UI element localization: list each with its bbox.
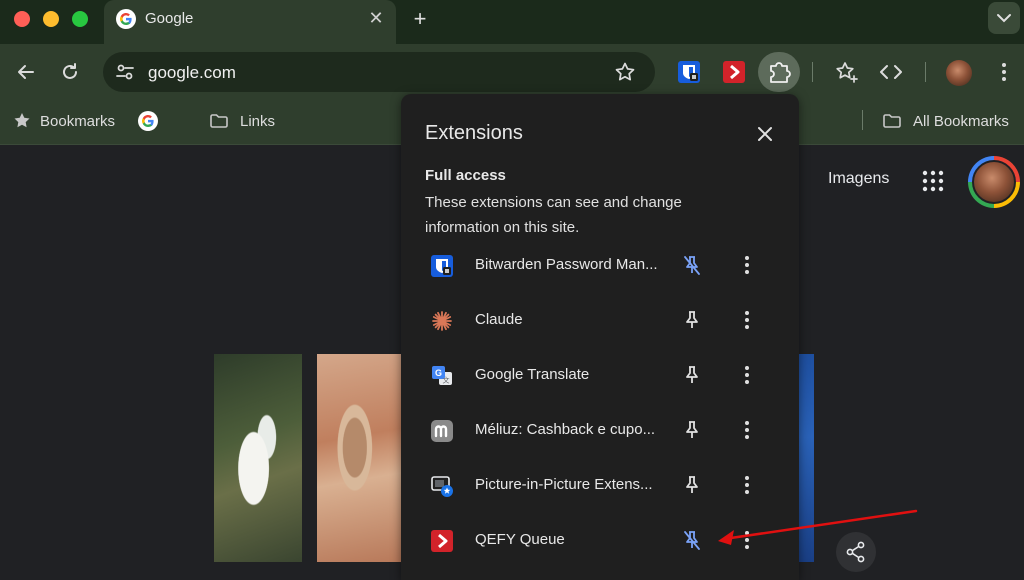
extension-name: Méliuz: Cashback e cupo... [475,421,656,438]
meliuz-icon [431,420,453,442]
star-icon [12,111,32,131]
close-icon[interactable]: ✕ [366,8,386,28]
nav-link-imagens[interactable]: Imagens [828,170,889,188]
claude-icon [431,310,453,332]
pip-icon [431,475,453,497]
extension-row-picture-in-picture[interactable]: Picture-in-Picture Extens... [401,458,799,513]
close-icon[interactable] [753,122,777,146]
pin-icon[interactable] [680,363,704,387]
pin-icon[interactable] [680,308,704,332]
popup-title: Extensions [425,122,523,144]
bookmark-links[interactable]: Links [240,111,275,133]
svg-text:G: G [435,368,442,378]
share-icon[interactable] [836,532,876,572]
tab-strip: Google ✕ + [0,0,1024,44]
bookmark-bookmarks[interactable]: Bookmarks [40,111,115,133]
more-vert-icon[interactable] [735,528,759,552]
extension-row-qefy-queue[interactable]: QEFY Queue [401,513,799,568]
pin-icon[interactable] [680,418,704,442]
google-g-icon[interactable] [138,111,158,131]
unpin-icon[interactable] [680,253,704,277]
code-icon[interactable] [877,58,905,86]
avatar-photo [972,160,1016,204]
bitwarden-icon [431,255,453,277]
star-icon[interactable] [613,60,637,84]
google-g-icon [116,9,136,29]
toolbar-separator [925,62,926,82]
maximize-window-button[interactable] [72,11,88,27]
doodle-image[interactable] [317,354,401,562]
puzzle-icon[interactable] [758,52,800,92]
extension-row-claude[interactable]: Claude [401,293,799,348]
extension-row-meliuz[interactable]: Méliuz: Cashback e cupo... [401,403,799,458]
arrow-left-icon[interactable] [12,58,40,86]
pin-icon[interactable] [680,473,704,497]
more-vert-icon[interactable] [990,58,1018,86]
svg-text:文: 文 [443,376,450,385]
doodle-image[interactable] [214,354,302,562]
qefy-icon[interactable] [723,61,745,83]
more-vert-icon[interactable] [735,308,759,332]
qefy-icon [431,530,453,552]
extension-name: Picture-in-Picture Extens... [475,476,653,493]
star-sparkle-icon[interactable] [832,58,860,86]
chevron-down-icon[interactable] [988,2,1020,34]
extension-name: QEFY Queue [475,531,565,548]
minimize-window-button[interactable] [43,11,59,27]
plus-icon[interactable]: + [408,8,432,32]
bitwarden-icon[interactable] [678,61,700,83]
extensions-menu: Extensions Full access These extensions … [401,94,799,580]
google-translate-icon: G文 [431,365,453,387]
toolbar: google.com [0,44,1024,100]
extension-name: Google Translate [475,366,590,383]
more-vert-icon[interactable] [735,363,759,387]
apps-grid-icon[interactable] [921,169,945,193]
reload-icon[interactable] [56,58,84,86]
more-vert-icon[interactable] [735,473,759,497]
extension-row-google-translate[interactable]: G文 Google Translate [401,348,799,403]
more-vert-icon[interactable] [735,253,759,277]
extension-row-bitwarden[interactable]: Bitwarden Password Man... [401,238,799,293]
address-bar[interactable]: google.com [103,52,655,92]
tab-title: Google [145,10,194,27]
account-avatar[interactable] [968,156,1020,208]
doodle-image[interactable] [798,354,814,562]
tab-google[interactable]: Google ✕ [104,0,396,44]
more-vert-icon[interactable] [735,418,759,442]
tune-icon[interactable] [113,60,137,84]
bookmarks-separator [862,110,863,130]
close-window-button[interactable] [14,11,30,27]
extension-name: Claude [475,311,523,328]
all-bookmarks[interactable]: All Bookmarks [913,111,1009,133]
folder-icon [209,111,229,131]
unpin-icon[interactable] [680,528,704,552]
extension-name: Bitwarden Password Man... [475,256,658,273]
section-title: Full access [425,167,506,184]
toolbar-separator [812,62,813,82]
profile-avatar[interactable] [946,60,972,86]
section-description: These extensions can see and change info… [425,194,682,236]
url-text[interactable]: google.com [148,63,236,83]
folder-icon [882,111,902,131]
